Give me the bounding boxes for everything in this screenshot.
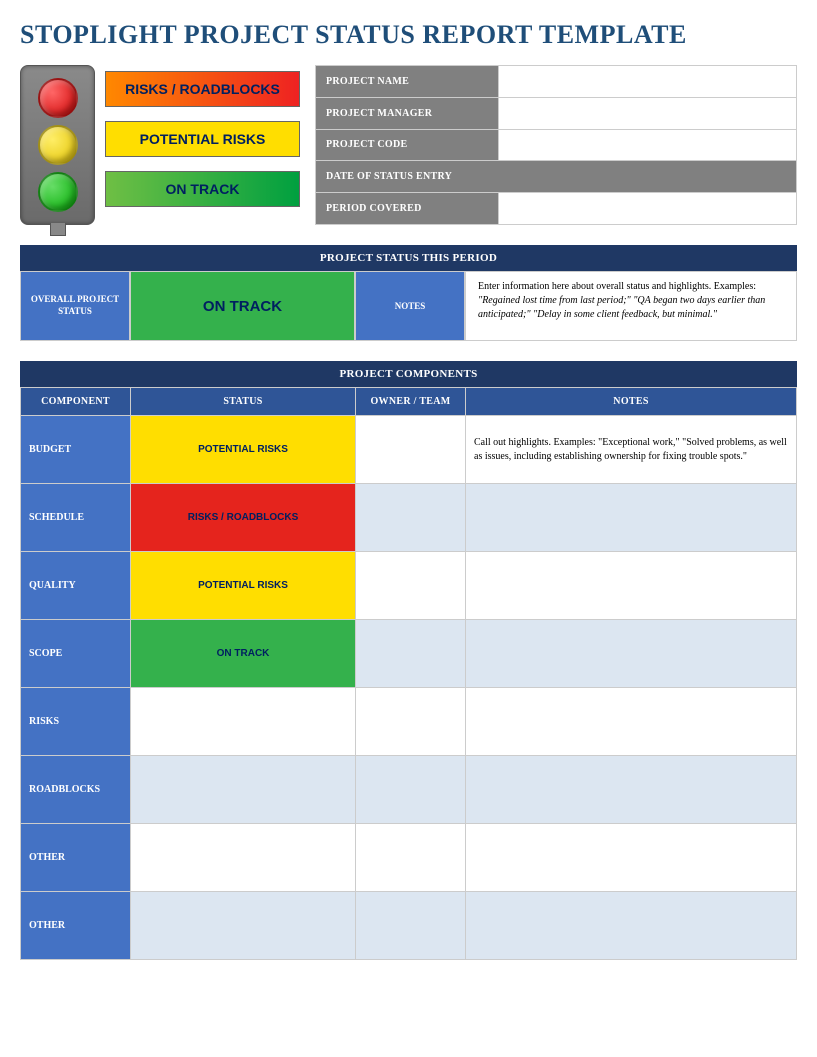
overall-notes-field[interactable]: Enter information here about overall sta… [465,271,797,341]
component-notes-field[interactable]: Call out highlights. Examples: "Exceptio… [466,416,797,484]
component-status-field[interactable]: POTENTIAL RISKS [131,552,356,620]
project-code-label: PROJECT CODE [316,129,499,161]
table-row: QUALITYPOTENTIAL RISKS [21,552,797,620]
component-label: QUALITY [21,552,131,620]
col-status: STATUS [131,388,356,416]
component-notes-field[interactable] [466,484,797,552]
component-status-field[interactable]: POTENTIAL RISKS [131,416,356,484]
component-notes-field[interactable] [466,620,797,688]
table-row: OTHER [21,892,797,960]
component-owner-field[interactable] [356,484,466,552]
header-section: RISKS / ROADBLOCKS POTENTIAL RISKS ON TR… [20,65,797,225]
component-label: SCHEDULE [21,484,131,552]
component-status-field[interactable] [131,688,356,756]
component-notes-field[interactable] [466,824,797,892]
overall-status-label: OVERALL PROJECT STATUS [20,271,130,341]
component-owner-field[interactable] [356,416,466,484]
project-code-field[interactable] [498,129,796,161]
table-row: SCOPEON TRACK [21,620,797,688]
notes-lead-text: Enter information here about overall sta… [478,281,756,292]
table-row: OTHER [21,824,797,892]
component-status-field[interactable] [131,824,356,892]
component-owner-field[interactable] [356,756,466,824]
notes-example-text: "Regained lost time from last period;" "… [478,295,765,320]
page-title: STOPLIGHT PROJECT STATUS REPORT TEMPLATE [20,20,797,50]
period-covered-label: PERIOD COVERED [316,193,499,225]
overall-status-value[interactable]: ON TRACK [130,271,355,341]
component-label: SCOPE [21,620,131,688]
table-row: SCHEDULERISKS / ROADBLOCKS [21,484,797,552]
project-meta-table: PROJECT NAME PROJECT MANAGER PROJECT COD… [315,65,797,225]
red-light-icon [38,78,78,118]
table-row: ROADBLOCKS [21,756,797,824]
component-owner-field[interactable] [356,688,466,756]
component-notes-field[interactable] [466,552,797,620]
table-row: BUDGETPOTENTIAL RISKS Call out highlights… [21,416,797,484]
col-notes: NOTES [466,388,797,416]
legend-risks-roadblocks: RISKS / ROADBLOCKS [105,71,300,107]
component-notes-field[interactable] [466,892,797,960]
col-owner: OWNER / TEAM [356,388,466,416]
component-notes-field[interactable] [466,756,797,824]
date-of-status-label: DATE OF STATUS ENTRY [316,161,797,193]
components-section-header: PROJECT COMPONENTS [20,361,797,387]
component-label: RISKS [21,688,131,756]
legend-on-track: ON TRACK [105,171,300,207]
project-name-field[interactable] [498,66,796,98]
component-status-field[interactable]: ON TRACK [131,620,356,688]
overall-notes-label: NOTES [355,271,465,341]
component-owner-field[interactable] [356,892,466,960]
legend-potential-risks: POTENTIAL RISKS [105,121,300,157]
yellow-light-icon [38,125,78,165]
component-notes-field[interactable] [466,688,797,756]
component-label: BUDGET [21,416,131,484]
component-status-field[interactable] [131,756,356,824]
component-status-field[interactable] [131,892,356,960]
status-section-header: PROJECT STATUS THIS PERIOD [20,245,797,271]
component-label: ROADBLOCKS [21,756,131,824]
table-row: RISKS [21,688,797,756]
project-manager-label: PROJECT MANAGER [316,97,499,129]
component-owner-field[interactable] [356,824,466,892]
component-owner-field[interactable] [356,620,466,688]
component-status-field[interactable]: RISKS / ROADBLOCKS [131,484,356,552]
component-label: OTHER [21,824,131,892]
col-component: COMPONENT [21,388,131,416]
green-light-icon [38,172,78,212]
overall-status-row: OVERALL PROJECT STATUS ON TRACK NOTES En… [20,271,797,341]
components-table: COMPONENT STATUS OWNER / TEAM NOTES BUDG… [20,387,797,960]
component-label: OTHER [21,892,131,960]
traffic-legend: RISKS / ROADBLOCKS POTENTIAL RISKS ON TR… [20,65,300,225]
component-owner-field[interactable] [356,552,466,620]
traffic-light-icon [20,65,95,225]
project-manager-field[interactable] [498,97,796,129]
period-covered-field[interactable] [498,193,796,225]
project-name-label: PROJECT NAME [316,66,499,98]
